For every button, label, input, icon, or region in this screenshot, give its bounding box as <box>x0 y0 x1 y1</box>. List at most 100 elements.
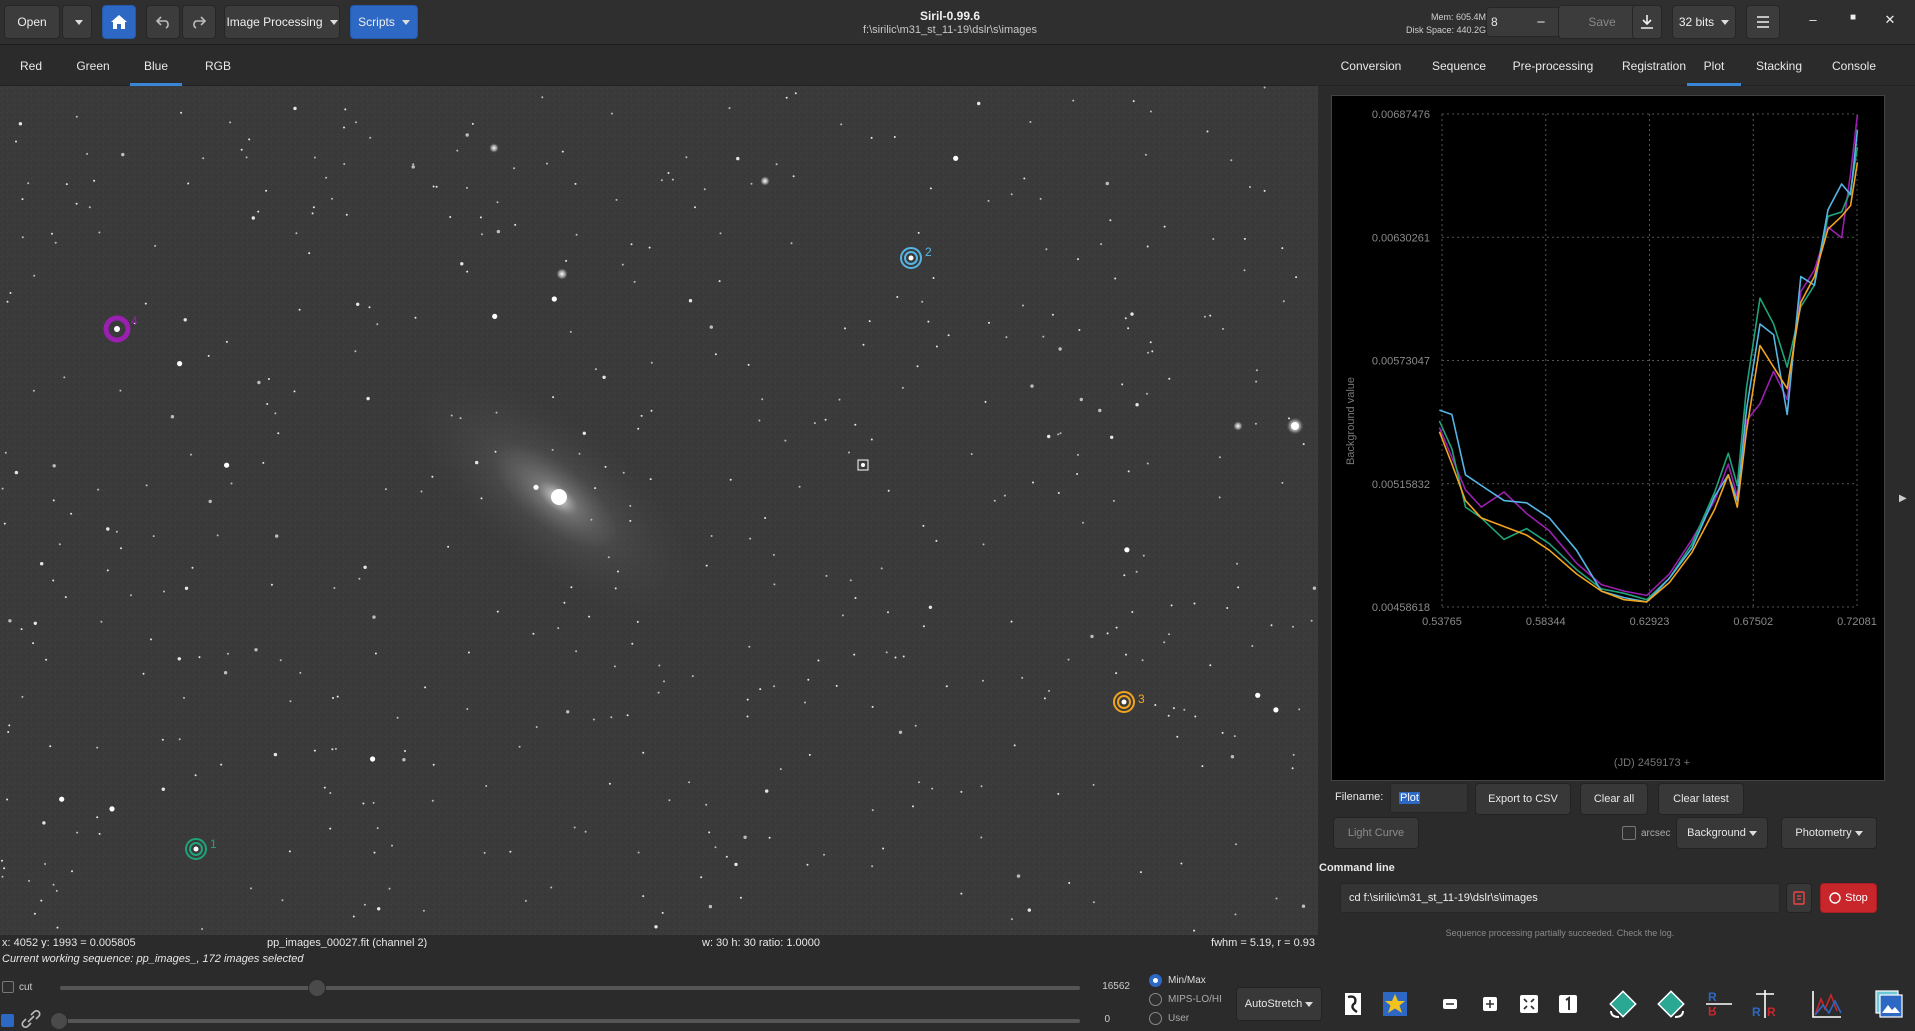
tab-preprocessing[interactable]: Pre-processing <box>1501 46 1605 86</box>
plot-canvas[interactable]: 0.00458618 0.00515832 0.00573047 0.00630261… <box>1332 96 1886 782</box>
svg-text:R: R <box>1708 990 1717 1004</box>
tab-stacking[interactable]: Stacking <box>1747 46 1811 86</box>
tab-green[interactable]: Green <box>68 46 118 86</box>
stop-label: Stop <box>1845 892 1868 904</box>
scripts-label: Scripts <box>358 15 395 29</box>
tab-conversion[interactable]: Conversion <box>1331 46 1411 86</box>
chevron-down-icon <box>1854 830 1863 836</box>
filename-input[interactable]: Plot <box>1390 783 1468 813</box>
redo-button[interactable] <box>182 5 216 39</box>
undo-icon <box>155 16 169 29</box>
home-button[interactable] <box>102 5 136 39</box>
export-csv-button[interactable]: Export to CSV <box>1475 783 1571 815</box>
minmax-radio[interactable] <box>1149 974 1162 987</box>
histogram-button[interactable] <box>1810 987 1844 1021</box>
x-axis-ticks: 0.53765 0.58344 0.62923 0.67502 0.72081 <box>1422 616 1877 628</box>
chevron-down-icon <box>1305 1001 1314 1007</box>
user-radio[interactable] <box>1149 1012 1162 1025</box>
mirror-vertical-button[interactable]: RR <box>1702 987 1736 1021</box>
undo-button[interactable] <box>146 5 180 39</box>
stretch-label: AutoStretch <box>1244 998 1303 1010</box>
zoom-fit-button[interactable] <box>1512 987 1546 1021</box>
background-dropdown[interactable]: Background <box>1676 817 1768 849</box>
stop-button[interactable]: Stop <box>1820 883 1877 913</box>
working-sequence-info: Current working sequence: pp_images_, 17… <box>2 953 304 965</box>
save-as-button[interactable] <box>1632 5 1662 39</box>
display-mode-button[interactable] <box>1872 987 1906 1021</box>
svg-text:R: R <box>1752 1005 1761 1019</box>
open-button[interactable]: Open <box>4 5 60 39</box>
lo-slider-handle[interactable] <box>50 1012 68 1030</box>
image-processing-label: Image Processing <box>226 15 323 29</box>
cut-checkbox[interactable] <box>2 981 14 993</box>
zoom-one-to-one-button[interactable] <box>1551 987 1585 1021</box>
lo-slider-track[interactable] <box>60 1019 1080 1023</box>
image-processing-menu[interactable]: Image Processing <box>224 5 340 39</box>
tab-sequence[interactable]: Sequence <box>1419 46 1499 86</box>
tab-console[interactable]: Console <box>1822 46 1886 86</box>
main-menu-button[interactable] <box>1746 5 1780 39</box>
open-recent-dropdown[interactable] <box>62 5 92 39</box>
command-help-button[interactable] <box>1786 883 1812 913</box>
image-stack-icon <box>1875 990 1903 1018</box>
mips-radio[interactable] <box>1149 993 1162 1006</box>
minus-icon[interactable]: − <box>1529 14 1553 31</box>
memory-usage: Mem: 605.4M <box>1430 12 1486 22</box>
command-input[interactable]: cd f:\sirilic\m31_st_11-19\dslr\s\images <box>1340 883 1780 913</box>
y-tick-label: 0.00573047 <box>1372 356 1430 368</box>
clear-latest-button[interactable]: Clear latest <box>1658 783 1744 815</box>
arcsec-label: arcsec <box>1641 828 1671 839</box>
clear-all-button[interactable]: Clear all <box>1580 783 1648 815</box>
threads-value: 8 <box>1491 15 1498 29</box>
image-viewer[interactable]: 4 2 3 1 <box>0 86 1318 935</box>
zoom-fit-icon <box>1520 995 1538 1013</box>
link-icon[interactable] <box>20 1010 42 1028</box>
photometry-dropdown[interactable]: Photometry <box>1781 817 1877 849</box>
minimize-button[interactable]: – <box>1795 12 1831 32</box>
rotate-right-button[interactable] <box>1654 987 1688 1021</box>
y-tick-label: 0.00458618 <box>1372 602 1430 614</box>
false-color-button[interactable] <box>1378 987 1412 1021</box>
rotate-right-icon <box>1657 990 1685 1018</box>
panel-collapse-icon[interactable]: ▶ <box>1899 493 1911 505</box>
star-label-2: 2 <box>925 245 932 259</box>
tab-red[interactable]: Red <box>8 46 54 86</box>
hi-slider-track[interactable] <box>60 986 1080 990</box>
y-tick-label: 0.00515832 <box>1372 479 1430 491</box>
zoom-out-button[interactable] <box>1433 987 1467 1021</box>
star-field-image[interactable]: 4 2 3 1 <box>0 86 1318 935</box>
scripts-menu[interactable]: Scripts <box>350 5 418 39</box>
light-curve-button[interactable]: Light Curve <box>1333 817 1419 849</box>
rotate-left-button[interactable] <box>1606 987 1640 1021</box>
mirror-horizontal-button[interactable]: RR <box>1748 987 1782 1021</box>
histogram-icon <box>1812 991 1842 1018</box>
tab-blue[interactable]: Blue <box>130 46 182 86</box>
photometry-dropdown-label: Photometry <box>1795 827 1852 839</box>
command-status-message: Sequence processing partially succeeded.… <box>1445 928 1675 938</box>
close-button[interactable]: ✕ <box>1872 12 1908 32</box>
tab-plot[interactable]: Plot <box>1687 46 1741 86</box>
link-checkbox[interactable] <box>1 1014 14 1027</box>
filename-value: Plot <box>1399 792 1420 804</box>
header-bar: Open Image Processing Scripts Siril-0.99… <box>0 0 1915 45</box>
tab-rgb[interactable]: RGB <box>196 46 240 86</box>
mips-label: MIPS-LO/HI <box>1168 994 1222 1005</box>
arcsec-checkbox[interactable] <box>1622 826 1636 840</box>
series-line-1 <box>1438 114 1859 597</box>
negative-view-button[interactable] <box>1336 987 1370 1021</box>
bit-depth-label: 32 bits <box>1678 15 1715 29</box>
zoom-in-button[interactable] <box>1473 987 1507 1021</box>
lo-value: 0 <box>1104 1014 1110 1025</box>
minmax-label: Min/Max <box>1168 975 1206 986</box>
series-line-2 <box>1438 147 1859 601</box>
hi-slider-handle[interactable] <box>308 979 326 997</box>
star-label-4: 4 <box>131 314 138 328</box>
maximize-button[interactable]: ■ <box>1835 12 1871 32</box>
zoom-out-icon <box>1443 999 1457 1009</box>
working-directory: f:\sirilic\m31_st_11-19\dslr\s\images <box>862 24 1038 36</box>
window-title: Siril-0.99.6 f:\sirilic\m31_st_11-19\dsl… <box>760 9 1140 36</box>
stretch-dropdown[interactable]: AutoStretch <box>1236 987 1322 1021</box>
background-plot[interactable]: 0.00458618 0.00515832 0.00573047 0.00630261… <box>1331 95 1885 781</box>
bit-depth-dropdown[interactable]: 32 bits <box>1672 5 1736 39</box>
zoom-in-icon <box>1483 997 1497 1011</box>
